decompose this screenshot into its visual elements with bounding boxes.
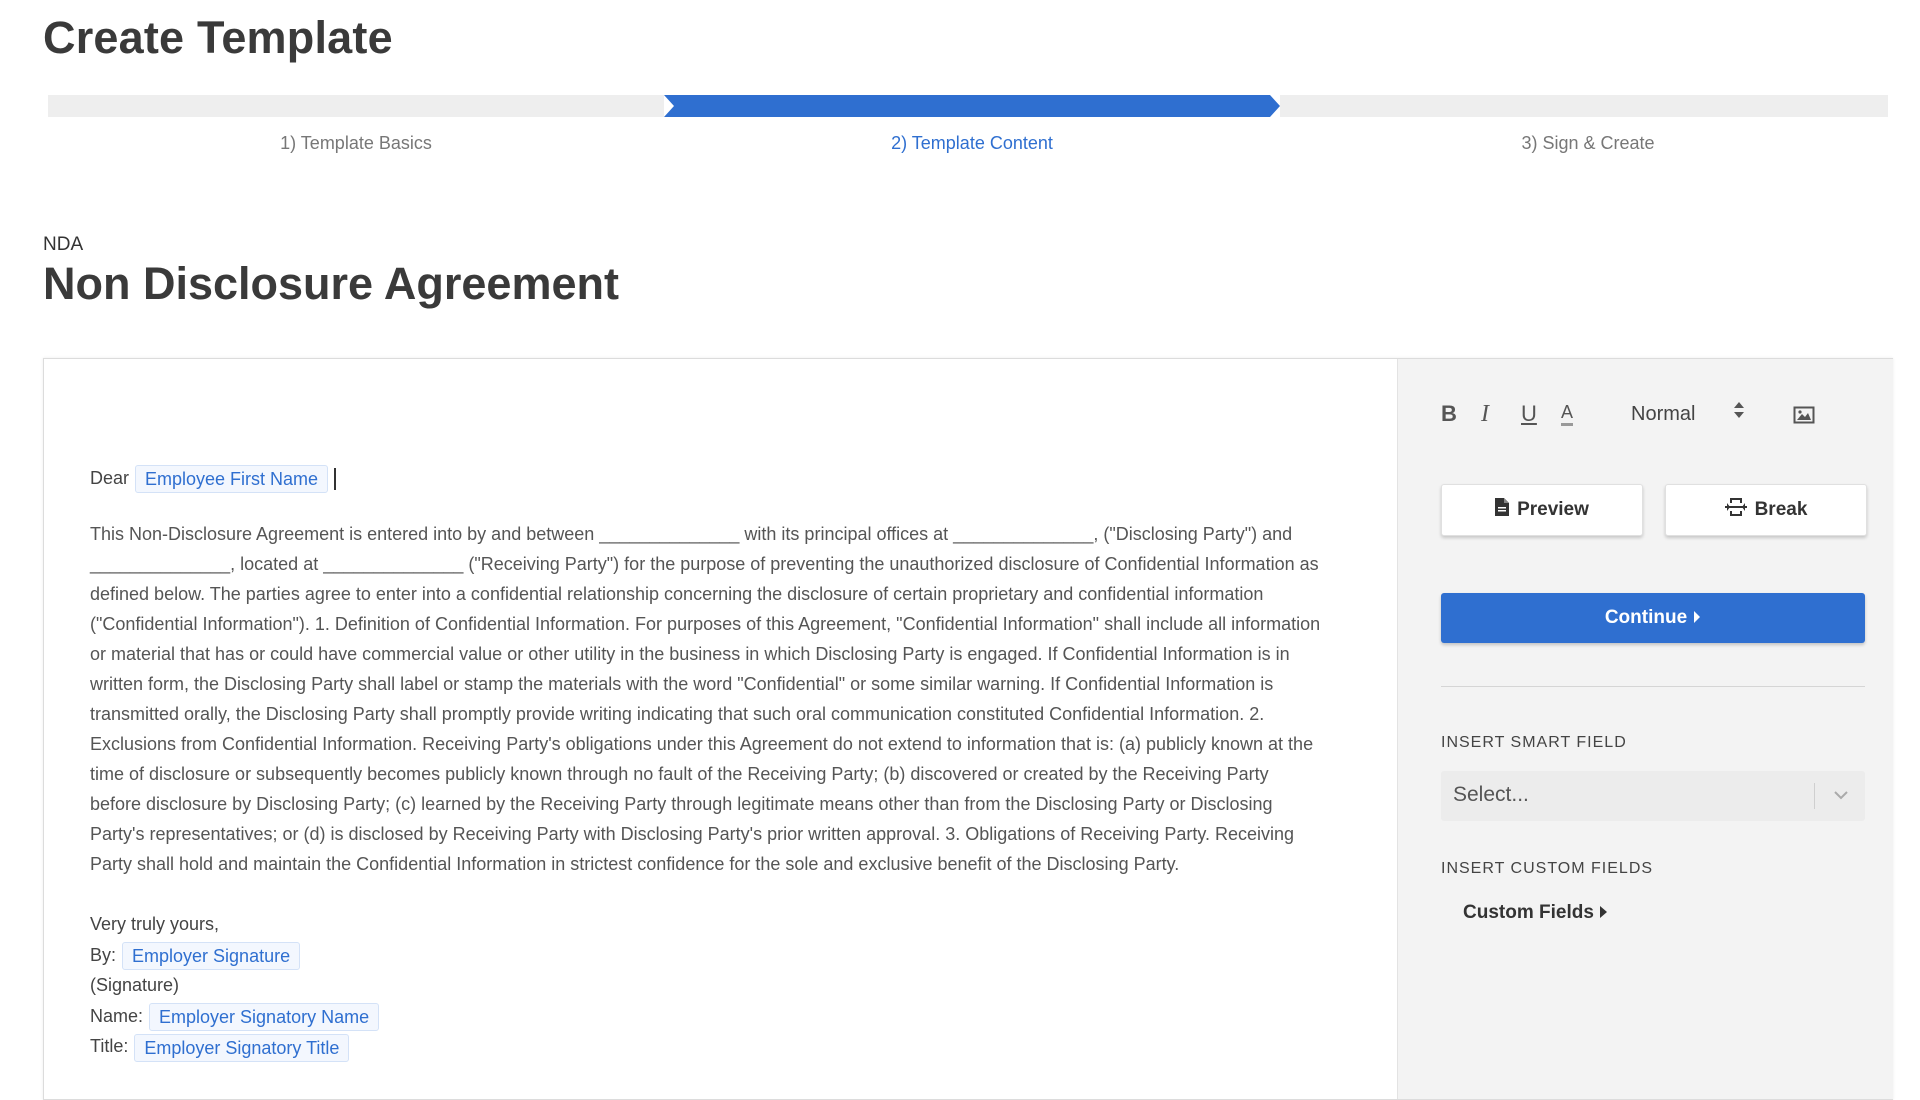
preview-label: Preview (1517, 499, 1589, 520)
select-separator (1814, 783, 1815, 809)
continue-button[interactable]: Continue (1441, 593, 1865, 643)
text-color-button[interactable]: A (1561, 401, 1574, 426)
body-line: ("Confidential Information"). 1. Definit… (90, 614, 1321, 635)
chevron-down-icon[interactable] (1831, 785, 1851, 810)
step-bar-sign[interactable] (1280, 95, 1888, 117)
step-bar-basics[interactable] (48, 95, 664, 117)
break-button[interactable]: Break (1665, 484, 1867, 536)
smart-field-chip[interactable]: Employer Signatory Title (134, 1033, 350, 1062)
preview-button[interactable]: Preview (1441, 484, 1643, 536)
stepper: 1) Template Basics 2) Template Content 3… (48, 95, 1888, 153)
caret-right-icon (1599, 902, 1607, 924)
insert-smart-field-label: INSERT SMART FIELD (1441, 734, 1627, 751)
smart-field-select[interactable]: Select... (1441, 771, 1865, 821)
body-line: defined below. The parties agree to ente… (90, 584, 1264, 605)
step-label-content[interactable]: 2) Template Content (664, 133, 1280, 154)
caret-right-icon (1693, 607, 1701, 629)
document-icon (1495, 498, 1510, 522)
smart-field-chip[interactable]: Employee First Name (135, 465, 329, 494)
title-line: Title: Employer Signatory Title (90, 1031, 1402, 1062)
page-title: Create Template (43, 12, 393, 63)
body-line: written form, the Disclosing Party shall… (90, 674, 1274, 695)
body-line: transmitted orally, the Disclosing Party… (90, 704, 1265, 725)
by-line: By: Employer Signature (90, 940, 1402, 971)
title-label: Title: (90, 1036, 129, 1057)
body-line: time of disclosure or subsequently becom… (90, 764, 1269, 785)
body-line: Party shall hold and maintain the Confid… (90, 854, 1180, 875)
name-label: Name: (90, 1005, 144, 1026)
insert-custom-fields-label: INSERT CUSTOM FIELDS (1441, 860, 1654, 877)
bold-button[interactable]: B (1441, 399, 1457, 429)
body-line: or material that has or could have comme… (90, 644, 1290, 665)
step-label-basics[interactable]: 1) Template Basics (48, 133, 664, 154)
by-label: By: (90, 944, 117, 965)
agreement-body[interactable]: This Non-Disclosure Agreement is entered… (90, 519, 1402, 879)
updown-arrows-icon[interactable] (1733, 399, 1745, 429)
break-label: Break (1754, 499, 1808, 520)
smart-field-placeholder: Select... (1453, 783, 1529, 806)
smart-field-chip[interactable]: Employer Signatory Name (149, 1003, 380, 1031)
custom-fields-label: Custom Fields (1463, 902, 1594, 923)
body-line: Party's representatives; or (d) is discl… (90, 824, 1295, 845)
greeting-text: Dear (90, 468, 130, 488)
body-line: ______________, located at _____________… (90, 554, 1319, 575)
document-abbrev: NDA (43, 234, 84, 255)
closing-block: Very truly yours, By: Employer Signature … (90, 909, 1402, 1062)
signature-note: (Signature) (90, 975, 180, 996)
step-label-sign[interactable]: 3) Sign & Create (1280, 133, 1896, 154)
editor-sidebar: B I U A Normal Preview Break Continue IN… (1397, 359, 1893, 1099)
editor-content[interactable]: Dear Employee First Name This Non-Disclos… (90, 463, 1402, 1062)
template-panel: Dear Employee First Name This Non-Disclos… (43, 358, 1893, 1100)
format-toolbar: B I U A Normal (1441, 399, 1841, 429)
smart-field-chip[interactable]: Employer Signature (122, 942, 301, 970)
image-icon[interactable] (1793, 403, 1815, 433)
text-caret (334, 468, 337, 491)
body-line: before disclosure by Disclosing Party; (… (90, 794, 1273, 815)
page-break-icon (1724, 497, 1747, 523)
body-line: Exclusions from Confidential Information… (90, 734, 1314, 755)
name-line: Name: Employer Signatory Name (90, 1001, 1402, 1032)
body-line: This Non-Disclosure Agreement is entered… (90, 524, 1293, 545)
closing-text: Very truly yours, (90, 914, 220, 935)
custom-fields-toggle[interactable]: Custom Fields (1463, 902, 1607, 924)
font-size-select[interactable]: Normal (1631, 399, 1695, 429)
sidebar-divider (1441, 686, 1865, 687)
continue-label: Continue (1604, 607, 1688, 628)
greeting-line: Dear Employee First Name (90, 463, 1402, 494)
template-editor[interactable]: Dear Employee First Name This Non-Disclos… (44, 359, 1397, 1099)
underline-button[interactable]: U (1521, 399, 1537, 429)
step-bar-content[interactable] (664, 95, 1280, 117)
document-title: Non Disclosure Agreement (43, 258, 619, 309)
italic-button[interactable]: I (1481, 399, 1489, 429)
